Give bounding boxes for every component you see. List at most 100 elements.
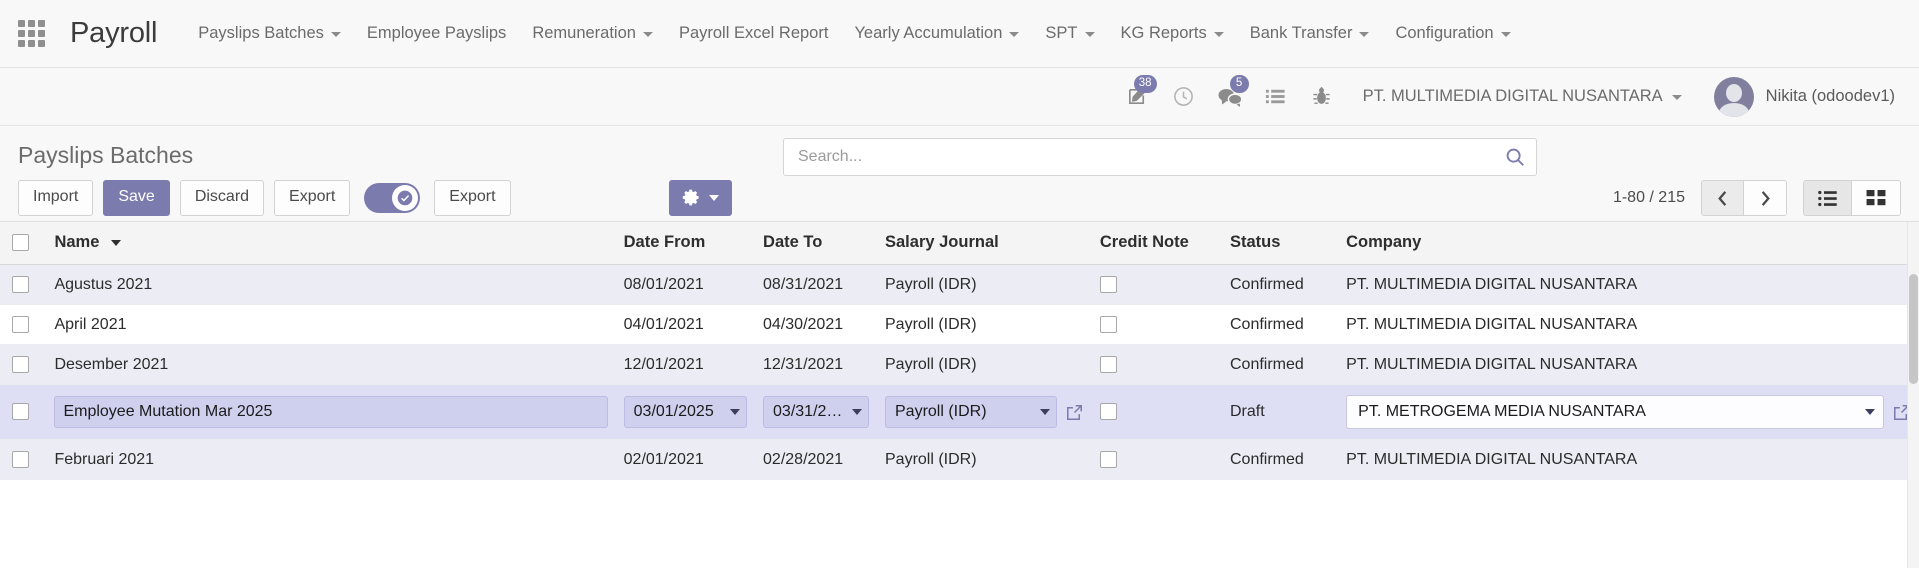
cell-name[interactable]: April 2021 xyxy=(46,304,616,345)
select-all-checkbox[interactable] xyxy=(12,234,29,252)
chevron-down-icon xyxy=(1009,32,1020,37)
row-select-checkbox[interactable] xyxy=(12,403,29,421)
menu-item-remuneration[interactable]: Remuneration xyxy=(519,18,666,49)
user-menu[interactable]: Nikita (odoodev1) xyxy=(1696,73,1901,121)
cell-date-to[interactable]: 03/31/2025 xyxy=(755,384,877,440)
credit-note-checkbox[interactable] xyxy=(1099,403,1117,421)
menu-item-bank-transfer[interactable]: Bank Transfer xyxy=(1237,18,1383,49)
row-select-checkbox[interactable] xyxy=(12,355,29,373)
cell-credit-note[interactable] xyxy=(1091,304,1222,345)
grid-apps-icon[interactable] xyxy=(14,17,48,51)
edit-activity-icon[interactable]: 38 xyxy=(1117,74,1159,118)
cell-name[interactable] xyxy=(46,384,616,440)
cell-date-to[interactable]: 12/31/2021 xyxy=(755,344,877,385)
column-header-date-to[interactable]: Date To xyxy=(755,222,877,265)
table-row[interactable]: April 2021 04/01/2021 04/30/2021 Payroll (I… xyxy=(0,304,1919,345)
search-input[interactable] xyxy=(796,147,1504,167)
menu-item-label: SPT xyxy=(1045,24,1078,42)
menu-item-label: KG Reports xyxy=(1120,24,1207,42)
app-brand-payroll[interactable]: Payroll xyxy=(70,17,157,50)
table-body: Agustus 2021 08/01/2021 08/31/2021 Payroll … xyxy=(0,264,1919,480)
vertical-scrollbar[interactable] xyxy=(1907,222,1919,568)
row-select-checkbox[interactable] xyxy=(12,275,29,293)
column-header-name[interactable]: Name xyxy=(46,222,616,265)
column-header-status[interactable]: Status xyxy=(1221,222,1339,265)
cell-name[interactable]: Desember 2021 xyxy=(46,344,616,385)
name-input[interactable] xyxy=(54,396,608,428)
company-switcher-label: PT. MULTIMEDIA DIGITAL NUSANTARA xyxy=(1362,87,1663,105)
cell-date-to[interactable]: 08/31/2021 xyxy=(755,264,877,305)
search-icon[interactable] xyxy=(1504,146,1526,168)
cell-credit-note[interactable] xyxy=(1091,384,1222,440)
credit-note-checkbox[interactable] xyxy=(1099,355,1117,373)
internal-link-icon[interactable] xyxy=(1065,403,1084,422)
cell-date-from[interactable]: 12/01/2021 xyxy=(615,344,756,385)
list-icon[interactable] xyxy=(1255,76,1297,118)
cell-name[interactable]: Februari 2021 xyxy=(46,439,616,480)
search-bar[interactable] xyxy=(783,138,1537,176)
cell-date-from[interactable]: 08/01/2021 xyxy=(615,264,756,305)
cell-company[interactable]: PT. MULTIMEDIA DIGITAL NUSANTARA xyxy=(1338,264,1919,305)
export-button[interactable]: Export xyxy=(274,180,351,216)
menu-item-employee-payslips[interactable]: Employee Payslips xyxy=(354,18,519,49)
kanban-view-icon[interactable] xyxy=(1852,181,1900,215)
clock-icon[interactable] xyxy=(1163,76,1205,118)
menu-item-spt[interactable]: SPT xyxy=(1032,18,1107,49)
table-row[interactable]: Februari 2021 02/01/2021 02/28/2021 Payroll… xyxy=(0,439,1919,480)
pager-next-button[interactable] xyxy=(1744,181,1786,215)
row-select-checkbox[interactable] xyxy=(12,315,29,333)
salary-journal-dropdown[interactable]: Payroll (IDR) xyxy=(885,396,1057,428)
column-header-company[interactable]: Company xyxy=(1338,222,1919,265)
menu-item-yearly-accumulation[interactable]: Yearly Accumulation xyxy=(841,18,1032,49)
chat-messages-icon[interactable]: 5 xyxy=(1209,74,1251,118)
table-row[interactable]: 03/01/2025 03/31/2025 Payroll (IDR) Draft PT… xyxy=(0,384,1919,440)
menu-item-configuration[interactable]: Configuration xyxy=(1382,18,1523,49)
cell-date-from[interactable]: 02/01/2021 xyxy=(615,439,756,480)
cell-date-to[interactable]: 04/30/2021 xyxy=(755,304,877,345)
cell-salary-journal[interactable]: Payroll (IDR) xyxy=(877,264,1092,305)
bug-debug-icon[interactable] xyxy=(1301,76,1343,118)
cell-salary-journal[interactable]: Payroll (IDR) xyxy=(877,304,1092,345)
import-button[interactable]: Import xyxy=(18,180,94,216)
cell-salary-journal[interactable]: Payroll (IDR) xyxy=(877,439,1092,480)
scrollbar-thumb[interactable] xyxy=(1909,274,1918,384)
credit-note-checkbox[interactable] xyxy=(1099,450,1117,468)
cell-date-from[interactable]: 03/01/2025 xyxy=(615,384,756,440)
cell-company[interactable]: PT. METROGEMA MEDIA NUSANTARA xyxy=(1338,384,1919,440)
actions-gear-button[interactable] xyxy=(668,180,732,216)
cell-credit-note[interactable] xyxy=(1091,264,1222,305)
date-from-picker[interactable]: 03/01/2025 xyxy=(623,396,748,428)
cell-date-to[interactable]: 02/28/2021 xyxy=(755,439,877,480)
cell-company[interactable]: PT. MULTIMEDIA DIGITAL NUSANTARA xyxy=(1338,344,1919,385)
table-row[interactable]: Agustus 2021 08/01/2021 08/31/2021 Payroll … xyxy=(0,264,1919,305)
enable-toggle[interactable] xyxy=(364,183,421,213)
credit-note-checkbox[interactable] xyxy=(1099,315,1117,333)
row-select-checkbox[interactable] xyxy=(12,450,29,468)
cell-name[interactable]: Agustus 2021 xyxy=(46,264,616,305)
cell-credit-note[interactable] xyxy=(1091,344,1222,385)
discard-button[interactable]: Discard xyxy=(179,180,265,216)
cell-salary-journal[interactable]: Payroll (IDR) xyxy=(877,384,1092,440)
column-header-salary-journal[interactable]: Salary Journal xyxy=(877,222,1092,265)
table-row[interactable]: Desember 2021 12/01/2021 12/31/2021 Payroll… xyxy=(0,344,1919,385)
credit-note-checkbox[interactable] xyxy=(1099,275,1117,293)
menu-item-payslips-batches[interactable]: Payslips Batches xyxy=(185,18,354,49)
cell-date-from[interactable]: 04/01/2021 xyxy=(615,304,756,345)
cell-company[interactable]: PT. MULTIMEDIA DIGITAL NUSANTARA xyxy=(1338,439,1919,480)
cell-company[interactable]: PT. MULTIMEDIA DIGITAL NUSANTARA xyxy=(1338,304,1919,345)
list-view-icon[interactable] xyxy=(1804,181,1852,215)
save-button[interactable]: Save xyxy=(103,180,170,216)
column-header-credit-note[interactable]: Credit Note xyxy=(1091,222,1222,265)
date-to-picker[interactable]: 03/31/2025 xyxy=(763,396,869,428)
company-dropdown[interactable]: PT. METROGEMA MEDIA NUSANTARA xyxy=(1346,395,1884,429)
pager-previous-button[interactable] xyxy=(1702,181,1744,215)
column-header-date-from[interactable]: Date From xyxy=(615,222,756,265)
company-switcher[interactable]: PT. MULTIMEDIA DIGITAL NUSANTARA xyxy=(1347,81,1692,112)
menu-item-label: Remuneration xyxy=(532,24,636,42)
menu-item-payroll-excel-report[interactable]: Payroll Excel Report xyxy=(666,18,841,49)
menu-item-kg-reports[interactable]: KG Reports xyxy=(1108,18,1237,49)
row-select-cell xyxy=(0,439,47,480)
export-secondary-button[interactable]: Export xyxy=(434,180,511,216)
cell-salary-journal[interactable]: Payroll (IDR) xyxy=(877,344,1092,385)
cell-credit-note[interactable] xyxy=(1091,439,1222,480)
